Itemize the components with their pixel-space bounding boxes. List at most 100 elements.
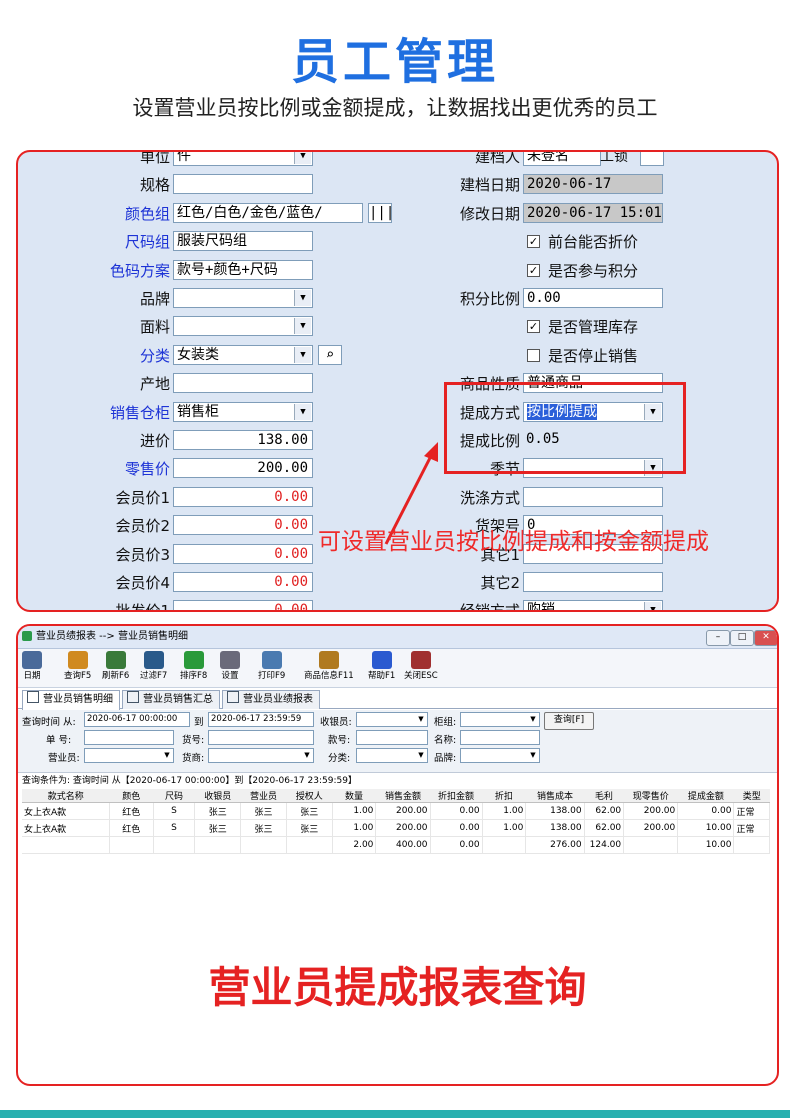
query-from-field[interactable]: 2020-06-17 00:00:00 [84,712,190,727]
form-field[interactable]: 款号+颜色+尺码 [173,259,313,280]
toolbar-icon [371,651,392,669]
toolbar-button[interactable]: 过滤F7 [140,651,167,681]
table-column-header[interactable]: 营业员 [240,789,287,803]
brand-select[interactable]: ▼ [460,748,540,763]
category-select[interactable]: ▼ [356,748,428,763]
toolbar-button[interactable]: 打印F9 [258,651,285,681]
table-column-header[interactable]: 款式名称 [22,789,110,803]
page-subtitle: 设置营业员按比例或金额提成，让数据找出更优秀的员工 [132,96,658,120]
form-field[interactable]: 女装类 ▼ [173,344,313,365]
table-cell: 276.00 [525,836,585,854]
minimize-icon[interactable]: – [706,630,730,646]
table-column-header[interactable]: 折扣 [482,789,526,803]
table-column-header[interactable]: 销售成本 [525,789,585,803]
form-field[interactable] [523,486,663,507]
form-field[interactable]: 200.00 [173,458,313,479]
form-field[interactable] [173,373,313,394]
chevron-down-icon[interactable]: ▼ [294,290,311,306]
form-field[interactable]: 0.00 [173,572,313,592]
toolbar-button[interactable]: 查询F5 [64,651,91,681]
style-no-field[interactable] [356,730,428,745]
toolbar-button[interactable]: 日期 [22,651,42,681]
toolbar-icon [143,651,164,669]
vendor-select[interactable]: ▼ [208,748,314,763]
toolbar-button[interactable]: 关闭ESC [404,651,438,681]
query-button[interactable]: 查询[F] [544,712,594,730]
chevron-down-icon[interactable]: ▼ [294,318,311,335]
tab-icon [227,691,239,703]
toolbar-button[interactable]: 设置 [220,651,240,681]
form-checkbox[interactable] [527,348,540,362]
form-field[interactable]: 件 ▼ [173,152,313,166]
table-total-row[interactable]: 2.00 400.00 0.00 276.00 124.00 10.00 [22,836,770,854]
toolbar-button-label: 商品信息F11 [304,671,354,681]
table-column-header[interactable]: 收银员 [194,789,241,803]
chevron-down-icon[interactable]: ▼ [294,152,311,164]
query-to-field[interactable]: 2020-06-17 23:59:59 [208,712,314,727]
form-field[interactable]: ▼ [173,288,313,308]
form-field[interactable]: 0.00 [173,515,313,536]
form-field[interactable]: ▼ [173,316,313,337]
form-label: 产地 [139,375,170,394]
form-checkbox[interactable]: ✓ [527,320,540,334]
table-column-header[interactable]: 提成金额 [677,789,734,803]
name-field[interactable] [460,730,540,745]
form-field[interactable]: 销售柜 ▼ [173,401,313,422]
name-label: 名称: [434,735,457,746]
form-field[interactable]: 未登名 [523,152,601,166]
toolbar-button[interactable]: 刷新F6 [102,651,129,681]
form-field[interactable]: 138.00 [173,430,313,450]
item-no-field[interactable] [208,730,314,745]
form-label: 修改日期 [459,204,520,223]
toolbar-button[interactable]: 帮助F1 [368,651,395,681]
table-row[interactable]: 女上衣A款 红色 S 张三 张三 张三 1.00 200.00 0.00 1.00 138.00 62… [22,802,770,820]
table-column-header[interactable]: 销售金额 [375,789,431,803]
clerk-select[interactable]: ▼ [84,748,174,763]
form-label: 洗涤方式 [459,488,520,507]
form-checkbox[interactable]: ✓ [527,235,540,249]
table-column-header[interactable]: 颜色 [109,789,154,803]
table-cell: 1.00 [332,802,377,820]
form-field[interactable]: 2020-06-17 15:01 [523,202,663,223]
table-column-header[interactable]: 尺码 [153,789,195,803]
lock-field[interactable] [640,152,664,166]
chevron-down-icon[interactable]: ▼ [294,403,311,420]
cashier-select[interactable]: ▼ [356,712,428,727]
table-column-header[interactable]: 数量 [332,789,376,803]
form-field[interactable]: 0.00 [173,600,313,610]
table-column-header[interactable]: 折扣金额 [430,789,483,803]
form-field[interactable]: 购销 ▼ [523,600,663,610]
counter-select[interactable]: ▼ [460,712,540,727]
form-field[interactable]: 0.00 [173,486,313,507]
chevron-down-icon[interactable]: ▼ [644,602,661,610]
form-field[interactable]: 服装尺码组 [173,231,313,252]
maximize-icon[interactable]: □ [730,630,754,646]
toolbar-button[interactable]: 排序F8 [180,651,207,681]
toolbar-button[interactable]: 商品信息F11 [304,651,354,681]
search-icon[interactable]: ⌕ [318,344,342,365]
form-field[interactable] [523,572,663,592]
table-cell: 张三 [194,802,242,820]
form-field[interactable]: 红色/白色/金色/蓝色/ [173,202,363,223]
table-column-header[interactable]: 类型 [733,789,770,803]
table-cell: 0.00 [430,819,483,837]
color-picker-button[interactable]: ||| [368,202,392,223]
toolbar-icon [220,651,240,669]
tab-1[interactable]: 营业员销售明细 [22,690,120,710]
form-field[interactable]: 0.00 [523,288,663,308]
report-table: 款式名称 颜色 尺码 收银员 营业员 授权人 数量 销售金额 折扣金额 折扣 销售成本 毛利 现零售价提… [22,789,770,854]
tab-2[interactable]: 营业员销售汇总 [122,690,220,709]
table-column-header[interactable]: 毛利 [584,789,624,803]
table-column-header[interactable]: 现零售价 [623,789,678,803]
form-field[interactable]: 2020-06-17 [523,174,663,195]
doc-no-field[interactable] [84,730,174,745]
close-icon[interactable]: ✕ [754,630,777,646]
table-column-header[interactable]: 授权人 [286,789,333,803]
report-caption: 营业员提成报表查询 [208,963,587,1012]
tab-3[interactable]: 营业员业绩报表 [222,690,320,709]
form-field[interactable] [173,174,313,195]
table-row[interactable]: 女上衣A款 红色 S 张三 张三 张三 1.00 200.00 0.00 1.00 138.00 62… [22,819,770,837]
form-checkbox[interactable]: ✓ [527,263,540,277]
form-field[interactable]: 0.00 [173,543,313,564]
chevron-down-icon[interactable]: ▼ [294,346,311,363]
